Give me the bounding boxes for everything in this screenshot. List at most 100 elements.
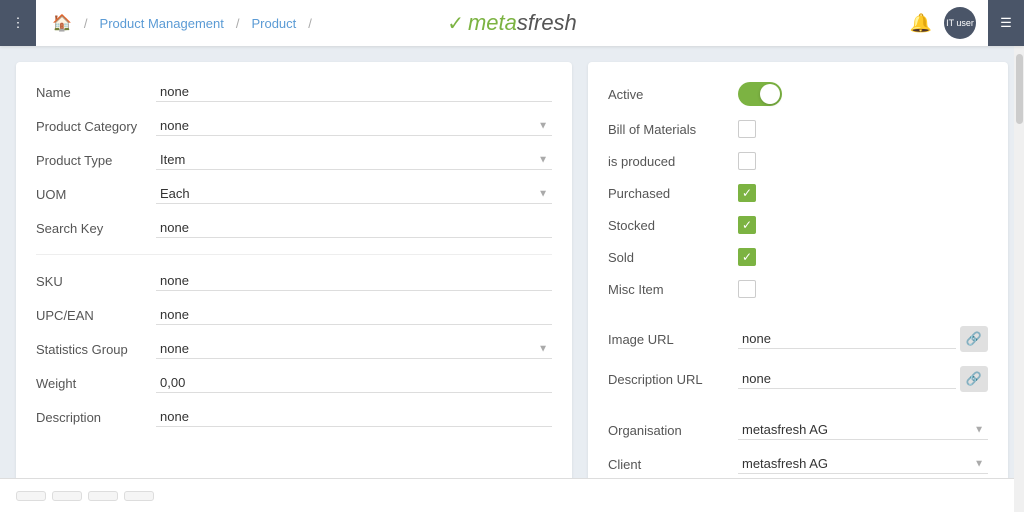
- sku-label: SKU: [36, 274, 156, 289]
- search-key-label: Search Key: [36, 221, 156, 236]
- topbar-logo: ✓ metasfresh: [447, 10, 577, 36]
- statistics-group-row: Statistics Group none ▼: [36, 339, 552, 359]
- misc-item-checkbox[interactable]: [738, 280, 756, 298]
- image-url-row: Image URL 🔗: [608, 326, 988, 352]
- active-label: Active: [608, 87, 738, 102]
- is-produced-checkbox[interactable]: [738, 152, 756, 170]
- product-type-select[interactable]: Item: [156, 150, 552, 170]
- misc-item-label: Misc Item: [608, 282, 738, 297]
- sold-row: Sold: [608, 248, 988, 266]
- product-type-select-wrap: Item ▼: [156, 150, 552, 170]
- bill-of-materials-label: Bill of Materials: [608, 122, 738, 137]
- purchased-row: Purchased: [608, 184, 988, 202]
- topbar-right: 🔔 IT user ☰: [910, 0, 1012, 46]
- product-category-select[interactable]: none: [156, 116, 552, 136]
- hamburger-icon: ☰: [1000, 15, 1012, 31]
- image-url-label: Image URL: [608, 332, 738, 347]
- organisation-label: Organisation: [608, 423, 738, 438]
- description-url-input[interactable]: [738, 369, 956, 389]
- search-key-row: Search Key: [36, 218, 552, 238]
- uom-select[interactable]: Each: [156, 184, 552, 204]
- stocked-label: Stocked: [608, 218, 738, 233]
- is-produced-row: is produced: [608, 152, 988, 170]
- uom-label: UOM: [36, 187, 156, 202]
- bottom-tab-2[interactable]: [52, 491, 82, 501]
- spacer-1: [608, 312, 988, 326]
- product-category-select-wrap: none ▼: [156, 116, 552, 136]
- weight-row: Weight: [36, 373, 552, 393]
- breadcrumb-sep-2: /: [236, 16, 240, 31]
- client-select[interactable]: metasfresh AG: [738, 454, 988, 474]
- right-section: Active Bill of Materials is produced: [588, 62, 1008, 496]
- weight-label: Weight: [36, 376, 156, 391]
- product-type-label: Product Type: [36, 153, 156, 168]
- breadcrumb-sep-3: /: [308, 16, 312, 31]
- upc-ean-row: UPC/EAN: [36, 305, 552, 325]
- right-form-panel: Active Bill of Materials is produced: [588, 62, 1008, 508]
- product-category-row: Product Category none ▼: [36, 116, 552, 136]
- organisation-select[interactable]: metasfresh AG: [738, 420, 988, 440]
- breadcrumb-product-management[interactable]: Product Management: [100, 16, 224, 31]
- topbar: ⋮ 🏠 / Product Management / Product / ✓ m…: [0, 0, 1024, 46]
- image-url-input-wrap: 🔗: [738, 326, 988, 352]
- bottom-tab-3[interactable]: [88, 491, 118, 501]
- sold-checkbox[interactable]: [738, 248, 756, 266]
- statistics-group-select-wrap: none ▼: [156, 339, 552, 359]
- name-label: Name: [36, 85, 156, 100]
- statistics-group-label: Statistics Group: [36, 342, 156, 357]
- topbar-left: ⋮ 🏠 / Product Management / Product /: [12, 0, 316, 46]
- image-url-link-button[interactable]: 🔗: [960, 326, 988, 352]
- breadcrumb-sep-1: /: [84, 16, 88, 31]
- name-row: Name: [36, 82, 552, 102]
- stocked-row: Stocked: [608, 216, 988, 234]
- image-url-input[interactable]: [738, 329, 956, 349]
- description-url-label: Description URL: [608, 372, 738, 387]
- purchased-checkbox[interactable]: [738, 184, 756, 202]
- statistics-group-select[interactable]: none: [156, 339, 552, 359]
- sku-input[interactable]: [156, 271, 552, 291]
- active-row: Active: [608, 82, 988, 106]
- product-type-row: Product Type Item ▼: [36, 150, 552, 170]
- menu-dots-button[interactable]: ⋮: [0, 0, 36, 46]
- home-icon[interactable]: 🏠: [52, 13, 72, 33]
- client-row: Client metasfresh AG ▼: [608, 454, 988, 474]
- misc-item-row: Misc Item: [608, 280, 988, 298]
- breadcrumb-product[interactable]: Product: [251, 16, 296, 31]
- description-url-link-button[interactable]: 🔗: [960, 366, 988, 392]
- upc-ean-label: UPC/EAN: [36, 308, 156, 323]
- weight-input[interactable]: [156, 373, 552, 393]
- bottom-tab-4[interactable]: [124, 491, 154, 501]
- scrollbar-track[interactable]: [1014, 46, 1024, 512]
- main-content: Name Product Category none ▼ Product Typ…: [0, 46, 1024, 512]
- upc-ean-input[interactable]: [156, 305, 552, 325]
- bill-of-materials-row: Bill of Materials: [608, 120, 988, 138]
- description-label: Description: [36, 410, 156, 425]
- client-select-wrap: metasfresh AG ▼: [738, 454, 988, 474]
- bell-icon[interactable]: 🔔: [910, 13, 932, 34]
- divider-1: [36, 254, 552, 255]
- client-label: Client: [608, 457, 738, 472]
- logo-check-icon: ✓: [447, 11, 464, 36]
- scrollbar-thumb[interactable]: [1016, 54, 1023, 124]
- user-initials: IT user: [946, 18, 974, 28]
- description-url-input-wrap: 🔗: [738, 366, 988, 392]
- stocked-checkbox[interactable]: [738, 216, 756, 234]
- page-wrapper: ⋮ 🏠 / Product Management / Product / ✓ m…: [0, 0, 1024, 512]
- active-toggle[interactable]: [738, 82, 782, 106]
- name-input[interactable]: [156, 82, 552, 102]
- organisation-select-wrap: metasfresh AG ▼: [738, 420, 988, 440]
- description-url-row: Description URL 🔗: [608, 366, 988, 392]
- sku-row: SKU: [36, 271, 552, 291]
- product-category-label: Product Category: [36, 119, 156, 134]
- bill-of-materials-checkbox[interactable]: [738, 120, 756, 138]
- purchased-label: Purchased: [608, 186, 738, 201]
- uom-row: UOM Each ▼: [36, 184, 552, 204]
- sold-label: Sold: [608, 250, 738, 265]
- spacer-2: [608, 406, 988, 420]
- uom-select-wrap: Each ▼: [156, 184, 552, 204]
- user-avatar[interactable]: IT user: [944, 7, 976, 39]
- search-key-input[interactable]: [156, 218, 552, 238]
- hamburger-button[interactable]: ☰: [988, 0, 1024, 46]
- bottom-tab-1[interactable]: [16, 491, 46, 501]
- description-input[interactable]: [156, 407, 552, 427]
